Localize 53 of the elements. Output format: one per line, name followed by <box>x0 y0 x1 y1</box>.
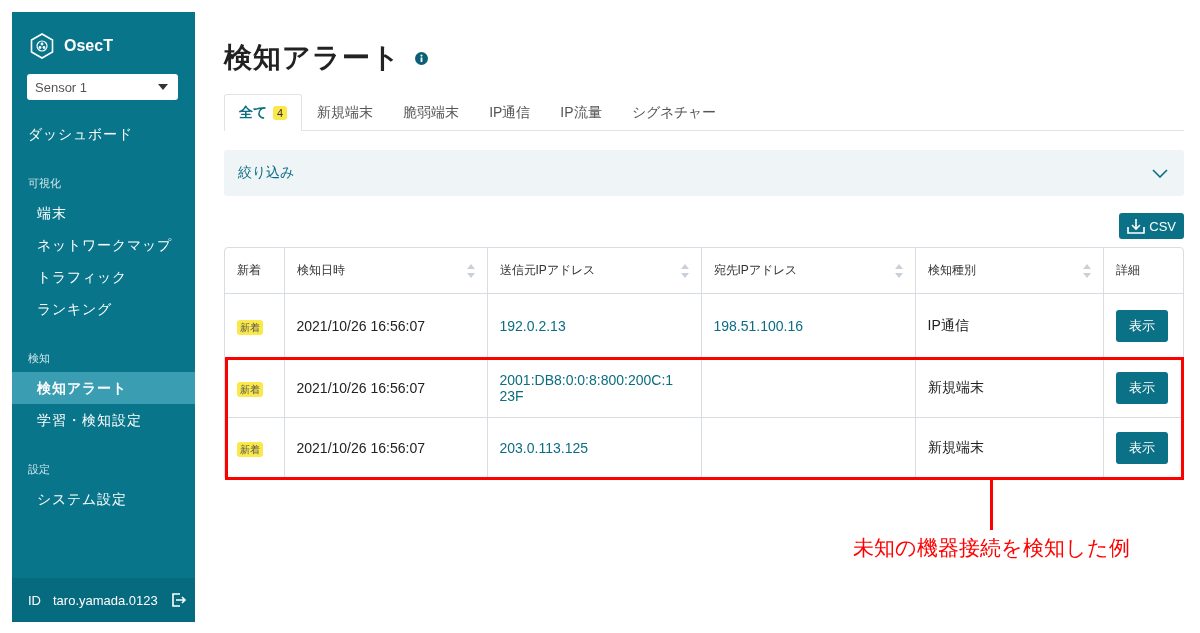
page-title: 検知アラート <box>224 41 401 75</box>
nav-item[interactable]: システム設定 <box>12 483 195 515</box>
chevron-icon <box>1152 168 1168 178</box>
dropdown-caret-icon <box>158 84 168 90</box>
sort-icon[interactable] <box>1082 263 1091 278</box>
annotation-text: 未知の機器接続を検知した例 <box>852 534 1130 561</box>
nav-section-heading: 設定 <box>27 462 51 477</box>
column-header[interactable]: 宛先IPアドレス <box>701 248 915 294</box>
nav-item[interactable]: ネットワークマップ <box>12 229 195 261</box>
filter-tab[interactable]: シグネチャー <box>616 94 731 131</box>
column-header[interactable]: 検知日時 <box>284 248 487 294</box>
filter-tab[interactable]: IP通信 <box>474 94 546 131</box>
nav-item[interactable]: 学習・検知設定 <box>12 404 195 436</box>
filter-label: 絞り込み <box>238 164 294 182</box>
table-cell: 2021/10/26 16:56:07 <box>284 358 487 418</box>
filter-panel[interactable]: 絞り込み <box>224 150 1184 196</box>
count-badge: 4 <box>273 106 288 120</box>
leader-line <box>989 479 993 530</box>
column-header[interactable]: 送信元IPアドレス <box>487 248 701 294</box>
sort-icon[interactable] <box>680 263 689 278</box>
nav-section-heading: 検知 <box>27 351 51 366</box>
app-logo-text: OsecT <box>64 37 113 55</box>
nav-item[interactable]: トラフィック <box>12 261 195 293</box>
column-header: 新着 <box>225 248 284 294</box>
table-cell: 新規端末 <box>915 358 1103 418</box>
column-header: 詳細 <box>1103 248 1183 294</box>
id-label: ID <box>28 592 41 608</box>
new-badge: 新着 <box>237 441 263 457</box>
filter-tab[interactable]: 脆弱端末 <box>388 94 475 131</box>
show-button[interactable]: 表示 <box>1115 432 1168 465</box>
new-badge: 新着 <box>237 319 263 335</box>
nav-item[interactable]: ランキング <box>12 293 195 325</box>
sensor-select[interactable]: Sensor 1 <box>27 74 178 100</box>
ip-link[interactable]: 2001:DB8:0:0:8:800:200C:123F <box>487 358 701 418</box>
csv-download-button[interactable]: CSV <box>1119 213 1184 239</box>
nav-section-heading: 可視化 <box>27 176 62 191</box>
filter-tab[interactable]: 新規端末 <box>302 94 389 131</box>
sort-icon[interactable] <box>466 263 475 278</box>
filter-tab[interactable]: 全て 4 <box>224 94 303 131</box>
show-button[interactable]: 表示 <box>1115 310 1168 342</box>
column-header[interactable]: 検知種別 <box>915 248 1103 294</box>
nav-item[interactable]: 端末 <box>12 197 195 229</box>
hexagon-logo-icon <box>30 33 54 59</box>
new-badge: 新着 <box>237 381 263 397</box>
download-icon <box>1127 218 1146 234</box>
user-id: taro.yamada.0123 <box>53 592 159 608</box>
sort-icon[interactable] <box>894 263 903 278</box>
filter-tab[interactable]: IP流量 <box>545 94 617 131</box>
logout-icon[interactable] <box>171 593 187 607</box>
info-icon[interactable] <box>415 51 428 65</box>
nav-item[interactable]: ダッシュボード <box>12 118 195 150</box>
show-button[interactable]: 表示 <box>1115 372 1168 404</box>
nav-item[interactable]: 検知アラート <box>12 372 195 404</box>
